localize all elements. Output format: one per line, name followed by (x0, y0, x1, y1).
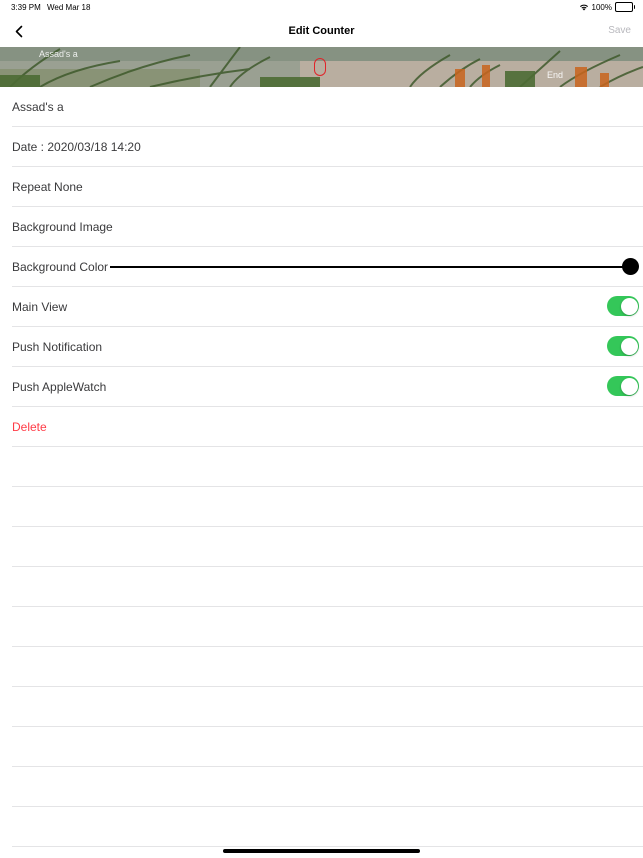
background-color-label: Background Color (12, 260, 109, 274)
push-applewatch-toggle[interactable] (607, 376, 639, 396)
empty-row (12, 487, 643, 527)
toggle-knob (620, 337, 638, 355)
name-label: Assad's a (12, 100, 64, 114)
push-notification-row: Push Notification (12, 327, 643, 367)
edit-counter-screen: 3:39 PM Wed Mar 18 100% Edit Counter Sav… (0, 0, 643, 858)
push-applewatch-label: Push AppleWatch (12, 380, 107, 394)
empty-row (12, 607, 643, 647)
name-row[interactable]: Assad's a (12, 87, 643, 127)
wifi-icon (579, 3, 589, 11)
battery-icon (615, 2, 635, 12)
delete-row[interactable]: Delete (12, 407, 643, 447)
empty-row (12, 687, 643, 727)
background-color-slider-track[interactable] (110, 266, 629, 268)
date-label: Date : 2020/03/18 14:20 (12, 140, 141, 154)
battery-percent: 100% (591, 2, 612, 12)
counter-preview-banner: Assad's a End (0, 47, 643, 87)
toggle-knob (620, 297, 638, 315)
repeat-row[interactable]: Repeat None (12, 167, 643, 207)
status-right: 100% (579, 2, 635, 12)
main-view-toggle[interactable] (607, 296, 639, 316)
navigation-bar: Edit Counter Save (0, 16, 643, 47)
banner-title: Assad's a (39, 49, 78, 59)
repeat-label: Repeat None (12, 180, 83, 194)
main-view-row: Main View (12, 287, 643, 327)
background-image-label: Background Image (12, 220, 113, 234)
status-bar: 3:39 PM Wed Mar 18 100% (0, 0, 643, 16)
empty-row (12, 447, 643, 487)
main-view-label: Main View (12, 300, 68, 314)
date-row[interactable]: Date : 2020/03/18 14:20 (12, 127, 643, 167)
home-indicator[interactable] (223, 849, 420, 853)
push-notification-toggle[interactable] (607, 336, 639, 356)
page-title: Edit Counter (288, 25, 355, 37)
empty-row (12, 647, 643, 687)
banner-counter-digit (314, 58, 326, 76)
background-image-row[interactable]: Background Image (12, 207, 643, 247)
status-date: Wed Mar 18 (47, 3, 91, 12)
background-color-row: Background Color (12, 247, 643, 287)
background-color-slider-thumb[interactable] (622, 258, 639, 275)
settings-list: Assad's a Date : 2020/03/18 14:20 Repeat… (0, 87, 643, 847)
toggle-knob (620, 377, 638, 395)
empty-row (12, 567, 643, 607)
empty-row (12, 767, 643, 807)
save-button[interactable]: Save (608, 25, 631, 36)
delete-button[interactable]: Delete (12, 420, 47, 434)
empty-row (12, 527, 643, 567)
status-time: 3:39 PM (11, 3, 41, 12)
push-notification-label: Push Notification (12, 340, 103, 354)
empty-row (12, 807, 643, 847)
empty-row (12, 727, 643, 767)
push-applewatch-row: Push AppleWatch (12, 367, 643, 407)
banner-end-label: End (547, 70, 564, 80)
